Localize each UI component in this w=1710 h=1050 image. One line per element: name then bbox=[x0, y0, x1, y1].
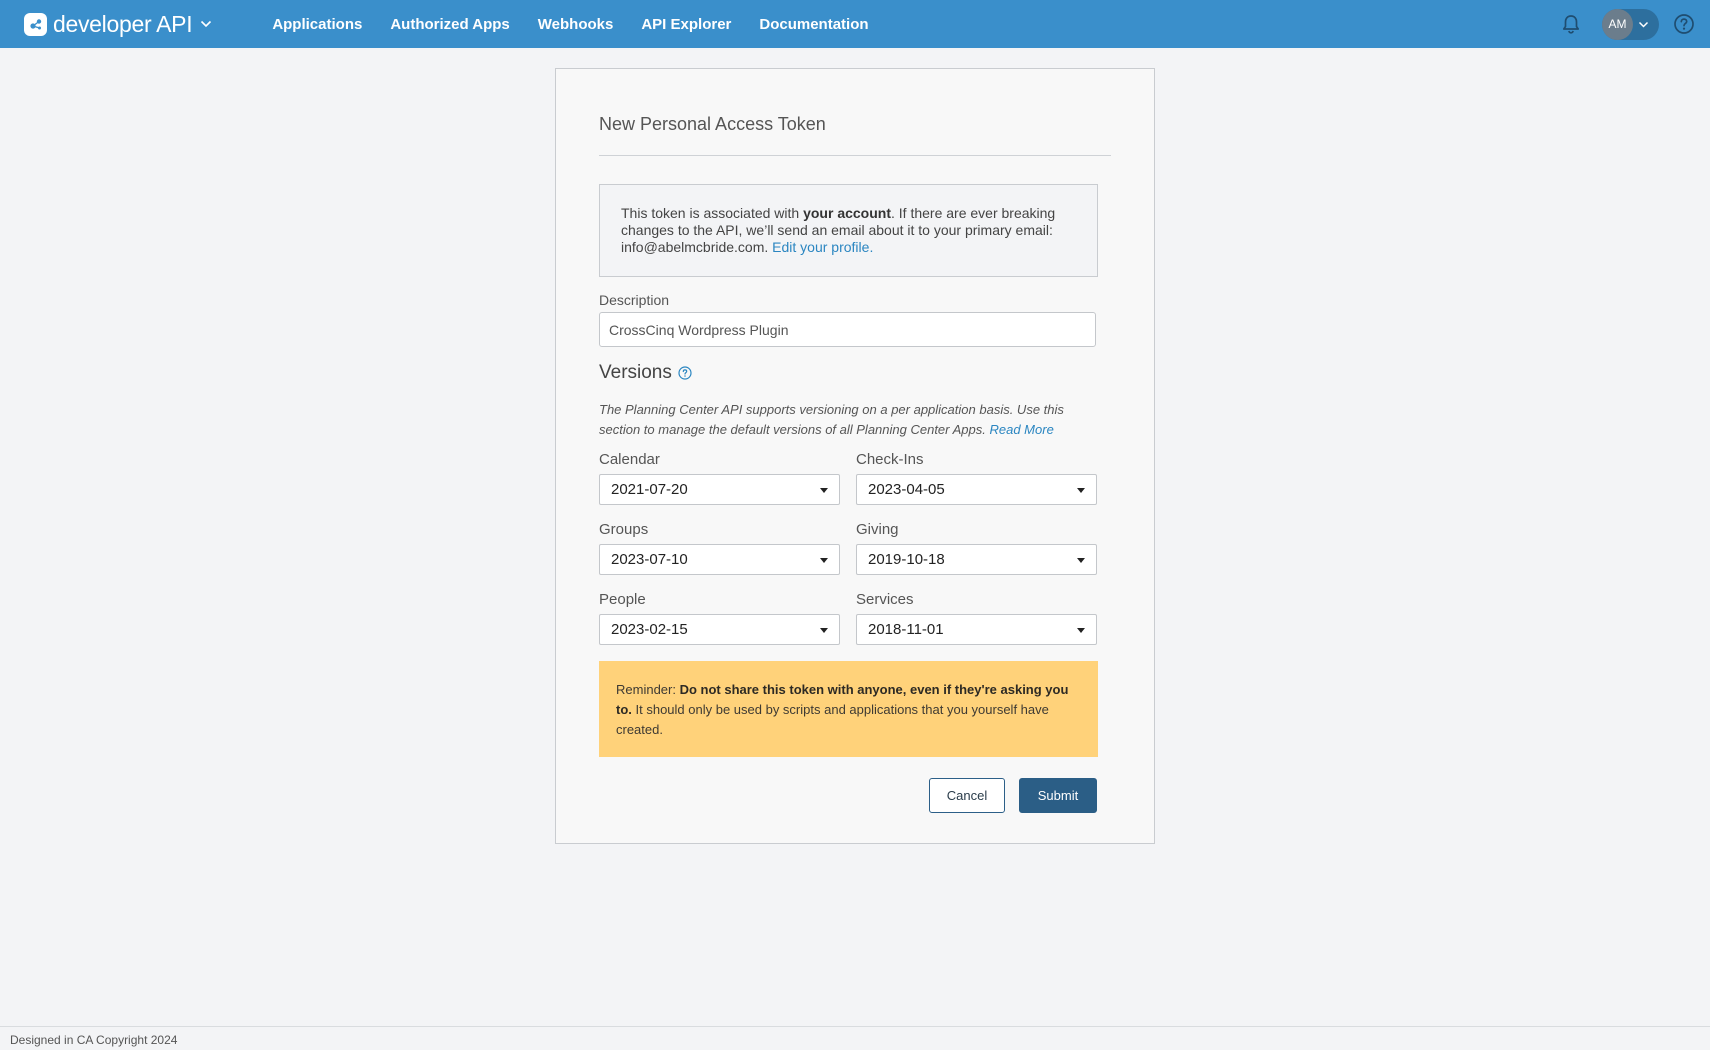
versions-description: The Planning Center API supports version… bbox=[599, 400, 1099, 440]
edit-profile-link[interactable]: Edit your profile. bbox=[772, 239, 873, 255]
people-version-value: 2023-02-15 bbox=[611, 621, 688, 638]
help-circle-icon[interactable] bbox=[1673, 13, 1695, 35]
caret-down-icon bbox=[820, 558, 828, 563]
people-label: People bbox=[599, 591, 646, 608]
giving-version-select[interactable]: 2019-10-18 bbox=[856, 544, 1097, 575]
header-actions: AM bbox=[1560, 0, 1710, 48]
brand-name: developer API bbox=[53, 10, 193, 37]
description-input[interactable] bbox=[599, 312, 1096, 347]
info-text-bold: your account bbox=[803, 205, 891, 221]
account-info-box: This token is associated with your accou… bbox=[599, 184, 1098, 277]
top-navigation-bar: developer API Applications Authorized Ap… bbox=[0, 0, 1710, 48]
caret-down-icon bbox=[820, 628, 828, 633]
developer-logo-icon bbox=[24, 12, 47, 36]
people-version-select[interactable]: 2023-02-15 bbox=[599, 614, 840, 645]
token-form-card: New Personal Access Token This token is … bbox=[555, 68, 1155, 844]
services-label: Services bbox=[856, 591, 914, 608]
title-divider bbox=[599, 155, 1111, 156]
footer-text: Designed in CA Copyright 2024 bbox=[10, 1033, 178, 1047]
brand-menu[interactable]: developer API bbox=[24, 0, 212, 48]
chevron-down-icon bbox=[1638, 21, 1649, 28]
avatar: AM bbox=[1602, 8, 1633, 40]
cancel-button[interactable]: Cancel bbox=[929, 778, 1005, 813]
calendar-version-select[interactable]: 2021-07-20 bbox=[599, 474, 840, 505]
nav-authorized-apps[interactable]: Authorized Apps bbox=[390, 16, 509, 33]
nav-applications[interactable]: Applications bbox=[272, 16, 362, 33]
giving-version-value: 2019-10-18 bbox=[868, 551, 945, 568]
reminder-pre: Reminder: bbox=[616, 682, 680, 697]
versions-title: Versions bbox=[599, 362, 672, 383]
nav-api-explorer[interactable]: API Explorer bbox=[641, 16, 731, 33]
main-nav: Applications Authorized Apps Webhooks AP… bbox=[272, 16, 896, 33]
caret-down-icon bbox=[1077, 488, 1085, 493]
services-version-select[interactable]: 2018-11-01 bbox=[856, 614, 1097, 645]
giving-label: Giving bbox=[856, 521, 899, 538]
caret-down-icon bbox=[1077, 628, 1085, 633]
groups-version-value: 2023-07-10 bbox=[611, 551, 688, 568]
caret-down-icon bbox=[1077, 558, 1085, 563]
page-title: New Personal Access Token bbox=[599, 114, 826, 134]
services-version-value: 2018-11-01 bbox=[868, 621, 944, 638]
security-reminder: Reminder: Do not share this token with a… bbox=[599, 661, 1098, 757]
description-label: Description bbox=[599, 292, 670, 308]
info-text-pre: This token is associated with bbox=[621, 205, 804, 221]
nav-webhooks[interactable]: Webhooks bbox=[538, 16, 614, 33]
nav-documentation[interactable]: Documentation bbox=[759, 16, 868, 33]
check-ins-version-value: 2023-04-05 bbox=[868, 481, 945, 498]
versions-heading: Versions bbox=[599, 362, 692, 384]
groups-label: Groups bbox=[599, 521, 649, 538]
caret-down-icon bbox=[820, 488, 828, 493]
account-menu[interactable]: AM bbox=[1602, 8, 1659, 40]
check-ins-version-select[interactable]: 2023-04-05 bbox=[856, 474, 1097, 505]
reminder-post: It should only be used by scripts and ap… bbox=[616, 702, 1049, 737]
calendar-label: Calendar bbox=[599, 451, 660, 468]
help-circle-icon[interactable] bbox=[678, 366, 692, 380]
chevron-down-icon bbox=[200, 20, 212, 28]
check-ins-label: Check-Ins bbox=[856, 451, 924, 468]
calendar-version-value: 2021-07-20 bbox=[611, 481, 688, 498]
bell-icon[interactable] bbox=[1560, 13, 1582, 35]
submit-button[interactable]: Submit bbox=[1019, 778, 1097, 813]
groups-version-select[interactable]: 2023-07-10 bbox=[599, 544, 840, 575]
read-more-link[interactable]: Read More bbox=[989, 422, 1053, 437]
footer: Designed in CA Copyright 2024 bbox=[0, 1026, 1710, 1050]
